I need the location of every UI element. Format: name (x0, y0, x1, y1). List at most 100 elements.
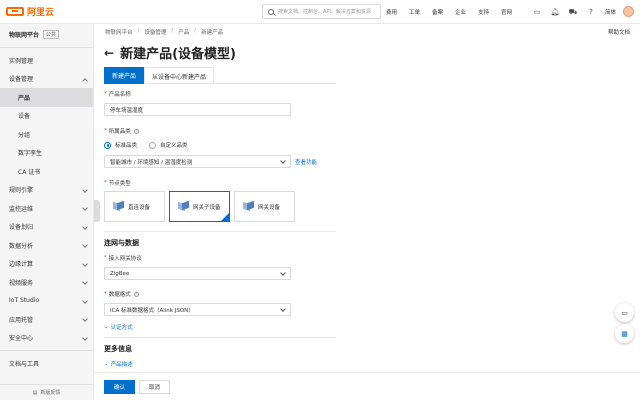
product-form: * 产品名称 停车场温湿度 * 所属品类 ? 标准品类 自定义品类 智能城市 /… (104, 90, 344, 368)
required-mark: * (104, 255, 107, 261)
sidebar-item-digital-twin[interactable]: 数字孪生 (0, 144, 93, 163)
bell-icon[interactable]: 🔔︎ (546, 0, 564, 24)
product-name-input[interactable]: 停车场温湿度 (104, 103, 291, 116)
gateway-protocol-select[interactable]: ZigBee (104, 267, 291, 280)
apps-float-button[interactable]: ▦ (615, 324, 634, 343)
auth-method-link[interactable]: 认证方式 (111, 323, 133, 331)
chat-float-button[interactable]: ▭ (615, 303, 634, 322)
nav-ticket[interactable]: 工单 (409, 8, 420, 16)
node-card-direct[interactable]: 直连设备 (104, 191, 165, 222)
auth-method-toggle[interactable]: ⌄ 认证方式 (104, 323, 344, 331)
sidebar-item-products[interactable]: 产品 (0, 88, 93, 107)
sidebar-item-docs-tools[interactable]: 文档与工具 (0, 354, 93, 373)
sidebar-item-device-allocation[interactable]: 设备划归 (0, 218, 93, 237)
sidebar-item-data-analysis[interactable]: 数据分析 (0, 236, 93, 255)
nav-icp[interactable]: 备案 (432, 8, 443, 16)
category-label-text: 所属品类 (108, 129, 131, 135)
sidebar-item-iot-studio[interactable]: IoT Studio (0, 292, 93, 311)
nav-enterprise[interactable]: 企业 (455, 8, 466, 16)
help-doc-link[interactable]: 帮助文档 (608, 28, 630, 36)
sidebar-item-label: 实例管理 (9, 57, 34, 65)
platform-tag[interactable]: 公共 (43, 29, 60, 39)
language-switch[interactable]: 简体 (605, 8, 616, 16)
sidebar-item-security[interactable]: 安全中心 (0, 329, 93, 348)
radio-custom-category[interactable] (149, 141, 157, 149)
breadcrumb-item[interactable]: 产品 (178, 28, 189, 36)
confirm-button[interactable]: 确认 (104, 379, 136, 394)
sidebar-item-label: 视频服务 (9, 279, 34, 287)
sidebar-item-video[interactable]: 视频服务 (0, 273, 93, 292)
gateway-icon (243, 200, 254, 212)
sidebar-divider (0, 350, 93, 351)
chevron-down-icon: ⌄ (104, 361, 109, 367)
required-mark: * (104, 180, 107, 186)
chevron-down-icon (82, 334, 88, 341)
sidebar-item-ca-cert[interactable]: CA 证书 (0, 162, 93, 181)
gateway-protocol-value: ZigBee (110, 270, 130, 277)
product-name-value: 停车场温湿度 (110, 107, 144, 114)
node-card-gateway[interactable]: 网关设备 (234, 191, 295, 222)
main-content: 物联网平台 / 设备管理 / 产品 / 新建产品 帮助文档 ← 新建产品(设备模型) … (94, 24, 640, 400)
cancel-button[interactable]: 取消 (139, 379, 171, 394)
sidebar-item-device-management[interactable]: 设备管理 (0, 70, 93, 89)
view-function-link[interactable]: 查看功能 (295, 158, 317, 166)
gateway-sub-icon (178, 200, 189, 212)
product-desc-link[interactable]: 产品描述 (111, 360, 133, 368)
sidebar-item-label: 分组 (18, 131, 31, 139)
top-bar: 阿里云 搜索文档、控制台、API、解决方案和资源 费用 工单 备案 企业 支持 … (0, 0, 640, 24)
sidebar-item-app-hosting[interactable]: 应用托管 (0, 310, 93, 329)
node-card-gateway-sub[interactable]: 网关子设备 (169, 191, 230, 222)
nav-fee[interactable]: 费用 (386, 8, 397, 16)
nav-support[interactable]: 支持 (478, 8, 489, 16)
sidebar-item-label: 数据分析 (9, 242, 34, 250)
top-nav: 费用 工单 备案 企业 支持 官网 (386, 0, 524, 24)
tab-new-product[interactable]: 新建产品 (104, 67, 145, 84)
aliyun-logo[interactable]: 阿里云 (6, 5, 54, 18)
data-format-select[interactable]: ICA 标准数据格式（Alink JSON） (104, 303, 291, 316)
feedback-label: 新版反馈 (40, 390, 61, 396)
device-cube-icon (113, 200, 124, 212)
chevron-down-icon (82, 186, 88, 193)
radio-custom-label: 自定义品类 (160, 143, 188, 149)
category-select[interactable]: 智能城市 / 环境感知 / 温湿度检测 (104, 155, 291, 168)
feedback-link[interactable]: ▤ 新版反馈 (0, 384, 93, 400)
node-card-label: 网关子设备 (193, 204, 221, 211)
sidebar-item-label: CA 证书 (18, 168, 41, 176)
node-card-label: 网关设备 (258, 204, 281, 211)
sidebar: 物联网平台 公共 实例管理 设备管理 产品 设备 分组 数字孪生 CA 证书 规… (0, 24, 94, 400)
search-placeholder: 搜索文档、控制台、API、解决方案和资源 (278, 9, 371, 15)
help-icon[interactable]: ? (133, 291, 139, 297)
help-icon[interactable]: ? (582, 0, 600, 24)
sidebar-item-monitoring[interactable]: 监控运维 (0, 199, 93, 218)
breadcrumb: 物联网平台 / 设备管理 / 产品 / 新建产品 (105, 28, 223, 36)
sidebar-item-instances[interactable]: 实例管理 (0, 51, 93, 70)
gateway-protocol-label: * 接入网关协议 (104, 254, 344, 262)
sidebar-item-edge[interactable]: 边缘计算 (0, 255, 93, 274)
nav-website[interactable]: 官网 (501, 8, 512, 16)
avatar[interactable] (623, 6, 634, 17)
sidebar-item-rules[interactable]: 规则引擎 (0, 181, 93, 200)
section-divider (104, 337, 336, 338)
breadcrumb-item[interactable]: 设备管理 (144, 28, 166, 36)
search-input[interactable]: 搜索文档、控制台、API、解决方案和资源 (262, 4, 381, 19)
back-arrow-icon[interactable]: ← (104, 46, 114, 60)
sidebar-item-label: 边缘计算 (9, 261, 34, 269)
chevron-down-icon (82, 316, 88, 322)
breadcrumb-item[interactable]: 物联网平台 (105, 28, 133, 36)
chevron-down-icon (82, 297, 88, 304)
sidebar-item-groups[interactable]: 分组 (0, 125, 93, 144)
data-format-value: ICA 标准数据格式（Alink JSON） (110, 307, 194, 314)
tab-from-device-center[interactable]: 从设备中心新建产品 (144, 67, 215, 84)
chevron-down-icon (280, 306, 286, 312)
sidebar-divider (0, 47, 93, 48)
terminal-icon[interactable]: ▭ (528, 0, 546, 24)
radio-standard-category[interactable] (104, 141, 111, 149)
tabs: 新建产品 从设备中心新建产品 (104, 67, 336, 84)
chevron-down-icon (280, 270, 286, 276)
help-icon[interactable]: ? (133, 128, 139, 134)
product-desc-toggle[interactable]: ⌄ 产品描述 (104, 360, 344, 368)
sidebar-item-label: 文档与工具 (9, 360, 40, 368)
cart-icon[interactable]: ⛟ (564, 0, 582, 24)
sidebar-item-devices[interactable]: 设备 (0, 107, 93, 126)
sidebar-item-label: IoT Studio (9, 297, 40, 305)
